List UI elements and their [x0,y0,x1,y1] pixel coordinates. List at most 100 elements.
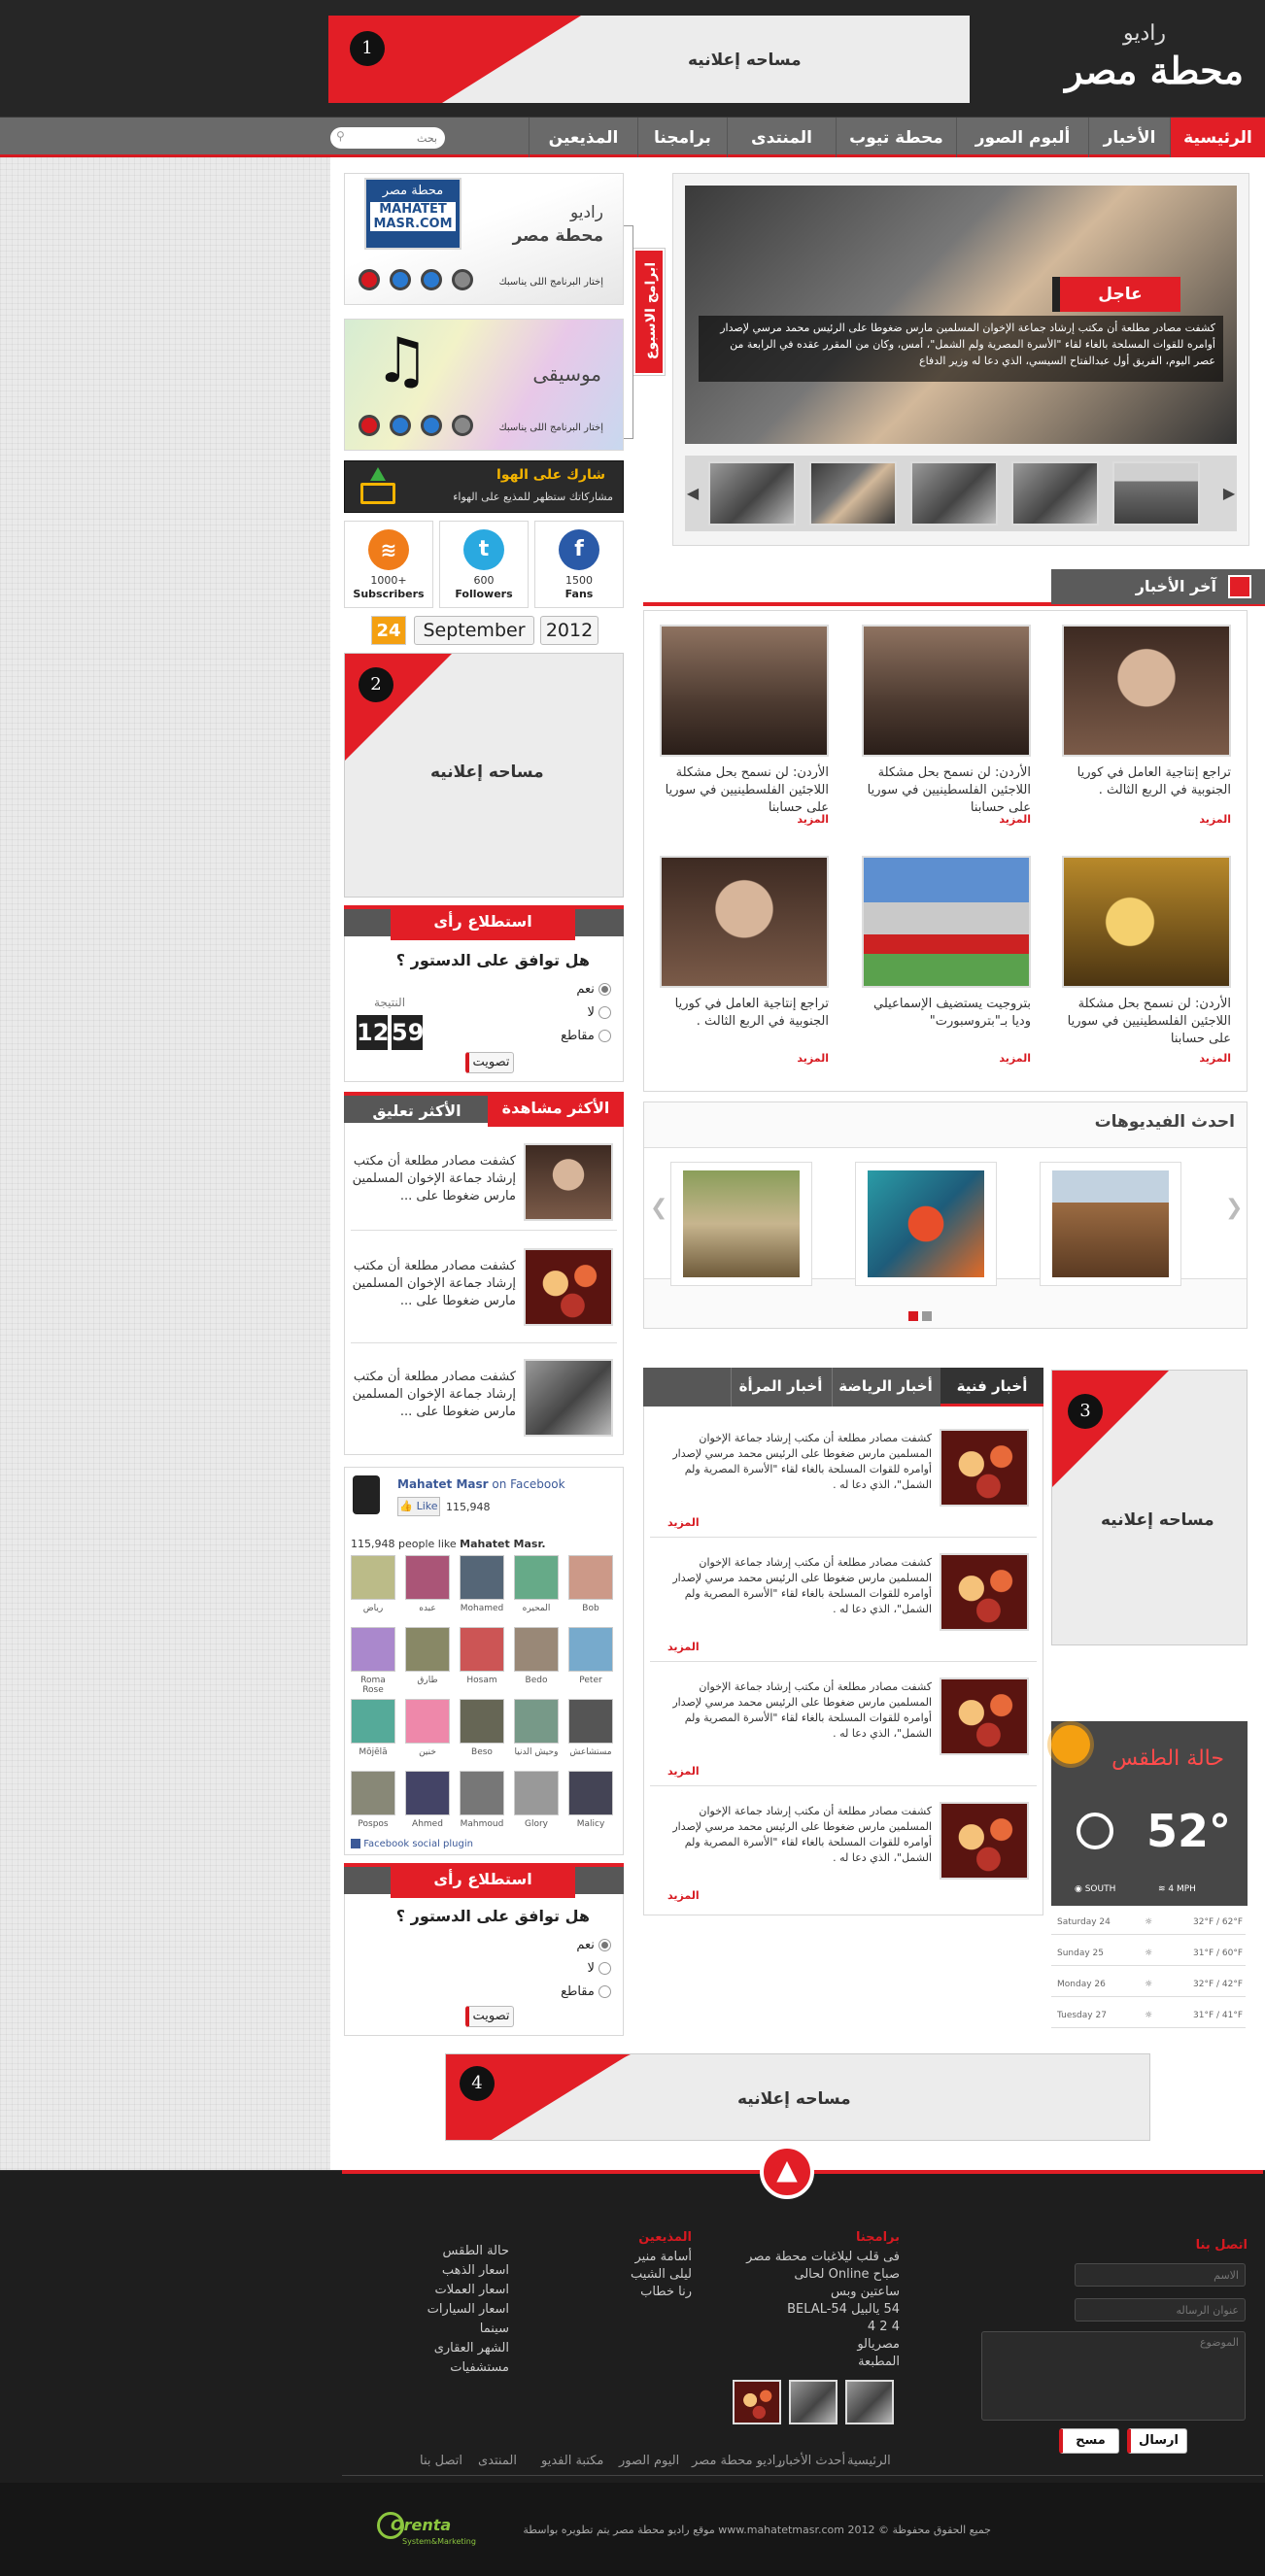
fan-name[interactable]: Malicy [566,1819,615,1829]
fan-avatar[interactable] [405,1699,450,1744]
news-thumb-2[interactable] [862,625,1031,757]
footer-host-link[interactable]: أسامة منير [544,2250,692,2264]
tab-news-text-4[interactable]: كشفت مصادر مطلعة أن مكتب إرشاد جماعة الإ… [660,1804,932,1866]
fan-name[interactable]: Bob [566,1604,615,1613]
vote-button[interactable]: تصويت [465,2006,514,2027]
fan-name[interactable]: مستشاعش [566,1747,615,1757]
footer-menu-link[interactable]: المنتدى [478,2454,517,2468]
fan-avatar[interactable] [568,1699,613,1744]
player-icon-gray[interactable] [452,415,473,436]
tab-news-item-1[interactable]: كشفت مصادر مطلعة أن مكتب إرشاد جماعة الإ… [650,1419,1037,1538]
most-text-1[interactable]: كشفت مصادر مطلعة أن مكتب إرشاد جماعة الإ… [351,1153,516,1205]
news-more-5[interactable]: المزيد [862,1052,1031,1065]
footer-program-link[interactable]: مصريالو [719,2337,900,2352]
contact-subject-input[interactable] [1075,2298,1246,2322]
fan-name[interactable]: طارق [403,1676,452,1685]
footer-menu-link[interactable]: اليوم الصور [619,2454,679,2468]
player-icon-blue-2[interactable] [421,415,442,436]
footer-quick-link[interactable]: سينما [369,2322,509,2336]
poll-option-no[interactable]: لا [587,1005,611,1020]
radio-no[interactable] [598,1962,611,1975]
most-thumb-2[interactable] [524,1248,613,1326]
fan-avatar[interactable] [514,1555,559,1600]
news-title-6[interactable]: تراجع إنتاجية العامل في كوريا الجنوبية ف… [660,996,829,1031]
ad-banner-1[interactable]: 1 مساحه إعلانيه [328,16,970,103]
most-thumb-1[interactable] [524,1143,613,1221]
footer-thumb-2[interactable] [789,2380,838,2424]
tab-most-viewed[interactable]: الأكثر مشاهدة [488,1092,624,1127]
footer-program-link[interactable]: صباح Online لحالى [719,2267,900,2282]
tab-women-news[interactable]: أخبار المرأة [731,1368,830,1407]
most-text-2[interactable]: كشفت مصادر مطلعة أن مكتب إرشاد جماعة الإ… [351,1258,516,1310]
fan-avatar[interactable] [514,1771,559,1815]
news-more-4[interactable]: المزيد [1062,1052,1231,1065]
footer-program-link[interactable]: 54 يالبيل BELAL-54 [719,2302,900,2317]
search-box[interactable]: ⚲ [330,127,445,149]
nav-item-programs[interactable]: برامجنا [637,118,727,158]
fan-avatar[interactable] [568,1771,613,1815]
nav-item-tube[interactable]: محطة تيوب [836,118,956,158]
poll-option-yes[interactable]: نعم [576,1938,611,1952]
nav-item-photos[interactable]: ألبوم الصور [956,118,1088,158]
footer-host-link[interactable]: ليلى الشيب [544,2267,692,2282]
news-more-2[interactable]: المزيد [862,813,1031,826]
tab-news-more-1[interactable]: المزيد [667,1516,700,1529]
tab-news-text-1[interactable]: كشفت مصادر مطلعة أن مكتب إرشاد جماعة الإ… [660,1431,932,1493]
fan-name[interactable]: Bedo [512,1676,561,1685]
slider-thumb-5[interactable] [1112,461,1200,525]
footer-quick-link[interactable]: حالة الطقس [369,2244,509,2258]
fan-name[interactable]: وحيش الدنيا [512,1747,561,1757]
ad-banner-4[interactable]: 4 مساحه إعلانيه [445,2053,1150,2141]
news-more-1[interactable]: المزيد [1062,813,1231,826]
facebook-page-avatar[interactable] [353,1475,380,1514]
most-thumb-3[interactable] [524,1359,613,1437]
poll-option-boycott[interactable]: مقاطع [561,1029,611,1043]
poll-option-boycott[interactable]: مقاطع [561,1984,611,1999]
radio-yes[interactable] [598,1939,611,1951]
poll-option-yes[interactable]: نعم [576,982,611,997]
radio-yes[interactable] [598,983,611,996]
chevron-right-icon[interactable]: ▶ [1221,477,1237,510]
tab-news-more-3[interactable]: المزيد [667,1765,700,1778]
footer-program-link[interactable]: المطبعة [719,2355,900,2369]
video-thumb-2[interactable] [868,1170,984,1277]
footer-quick-link[interactable]: اسعار العملات [369,2283,509,2297]
fan-name[interactable]: Peter [566,1676,615,1685]
most-item-1[interactable]: كشفت مصادر مطلعة أن مكتب إرشاد جماعة الإ… [351,1141,617,1231]
tab-news-thumb-3[interactable] [940,1678,1029,1755]
fan-avatar[interactable] [351,1555,395,1600]
player-icon-red[interactable] [359,415,380,436]
tab-news-item-3[interactable]: كشفت مصادر مطلعة أن مكتب إرشاد جماعة الإ… [650,1668,1037,1786]
chevron-left-icon[interactable]: ◀ [685,477,701,510]
fan-name[interactable]: المحيره [512,1604,561,1613]
fan-name[interactable]: Beso [458,1747,506,1757]
footer-menu-link[interactable]: راديو محطة مصر [692,2454,782,2468]
fan-name[interactable]: Mōjēlā [349,1747,397,1757]
footer-quick-link[interactable]: اسعار الذهب [369,2263,509,2278]
news-title-4[interactable]: الأردن: لن نسمح بحل مشكلة اللاجئين الفلس… [1062,996,1231,1048]
slider-thumb-1[interactable] [708,461,796,525]
slider-thumb-2[interactable] [809,461,897,525]
player-icon-blue[interactable] [390,269,411,290]
fan-avatar[interactable] [351,1627,395,1672]
footer-program-link[interactable]: ساعتين وبس [719,2285,900,2299]
player-icon-blue[interactable] [390,415,411,436]
fan-name[interactable]: Glory [512,1819,561,1829]
nav-item-home[interactable]: الرئيسية [1170,118,1265,158]
pager-dot-active[interactable] [908,1311,918,1321]
video-item-2[interactable] [855,1162,997,1286]
chevron-right-icon[interactable]: ❯ [1225,1196,1243,1220]
radio-widget[interactable]: محطة مصر MAHATET MASR.COM راديو محطة مصر… [344,173,624,305]
fan-avatar[interactable] [405,1555,450,1600]
most-item-3[interactable]: كشفت مصادر مطلعة أن مكتب إرشاد جماعة الإ… [351,1357,617,1446]
music-player-icons[interactable] [359,411,485,440]
player-icon-red[interactable] [359,269,380,290]
fan-name[interactable]: Hosam [458,1676,506,1685]
video-thumb-3[interactable] [683,1170,800,1277]
nav-item-hosts[interactable]: المذيعين [529,118,637,158]
site-logo[interactable]: راديو محطة مصر [1020,21,1244,99]
share-on-air-widget[interactable]: شارك على الهوا مشاركاتك ستظهر للمذيع على… [344,460,624,513]
footer-menu-link[interactable]: مكتبة الفديو [541,2454,603,2468]
tab-news-more-2[interactable]: المزيد [667,1641,700,1653]
vote-button[interactable]: تصويت [465,1052,514,1073]
